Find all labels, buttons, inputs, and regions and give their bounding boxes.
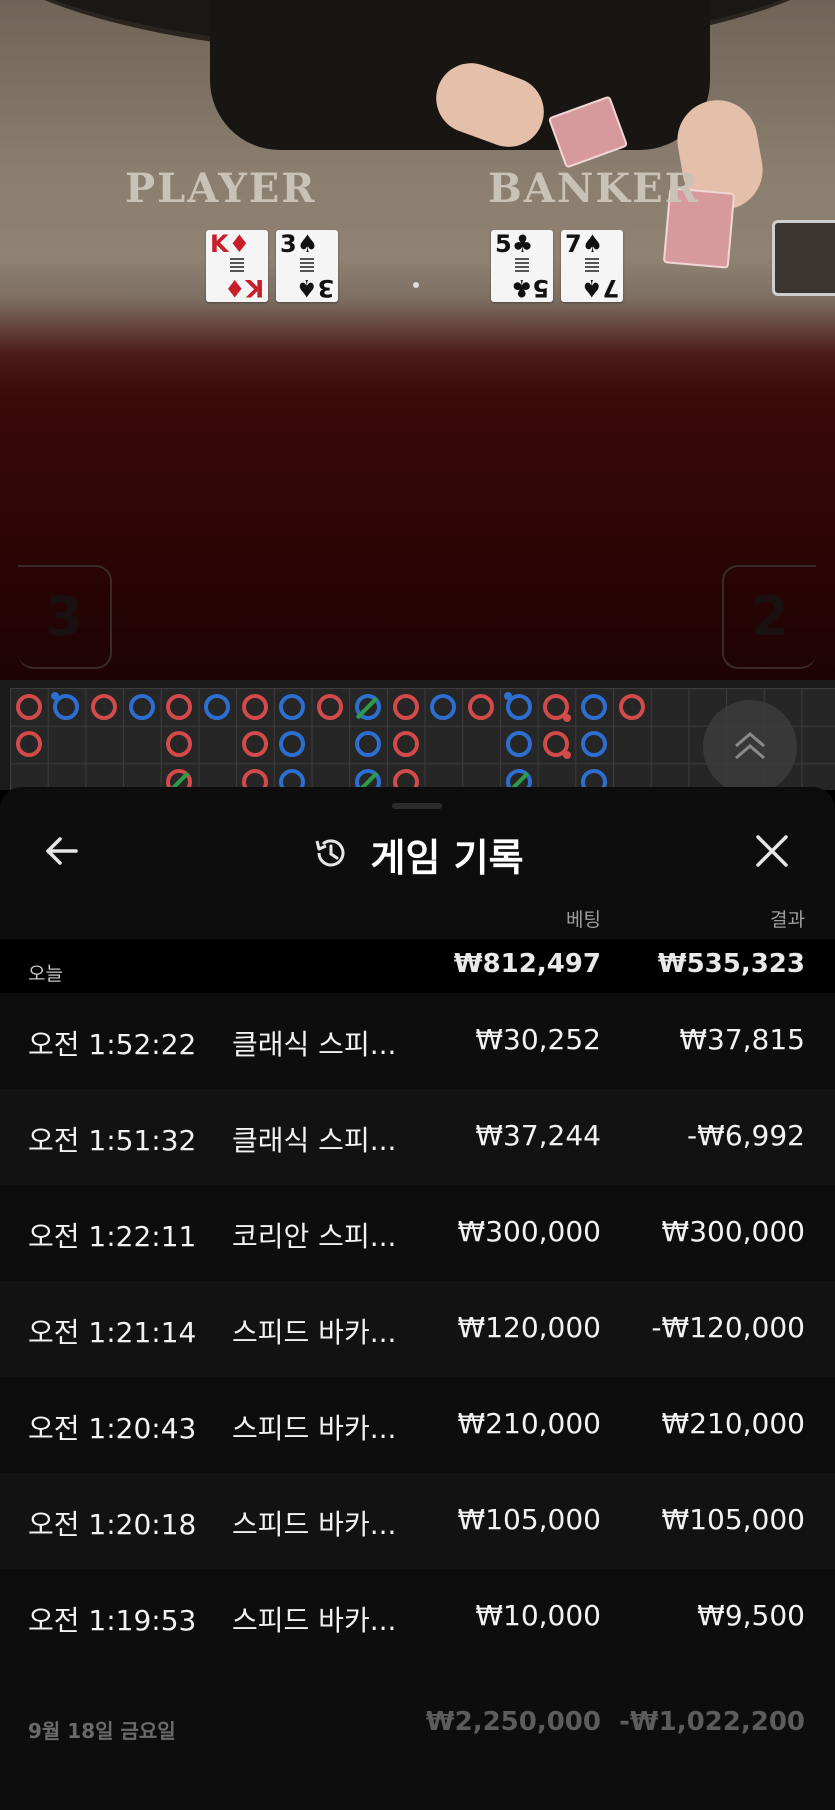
- bead-road-mark: [166, 731, 193, 758]
- previous-day-bet-total: ₩2,250,000: [425, 1707, 601, 1737]
- row-result: -₩6,992: [687, 1119, 805, 1152]
- bead-road-mark: [51, 691, 80, 720]
- bead-road-mark: [317, 693, 344, 720]
- previous-day-summary: 9월 18일 금요일 ₩2,250,000 -₩1,022,200: [0, 1671, 835, 1781]
- bead-road-mark: [354, 693, 381, 720]
- bead-road-mark: [204, 693, 230, 720]
- bead-road-mark: [505, 731, 532, 758]
- bead-road-mark: [430, 693, 457, 720]
- row-result: -₩120,000: [651, 1311, 805, 1344]
- banker-area-label: BANKER: [488, 165, 700, 212]
- row-bet: ₩30,252: [475, 1023, 601, 1056]
- row-result: ₩9,500: [697, 1599, 805, 1632]
- bead-road-mark: [581, 731, 607, 758]
- row-time: 오전 1:20:43: [28, 1412, 197, 1445]
- summary-date-label: 오늘: [28, 963, 63, 985]
- row-game: 스피드 바카...: [232, 1412, 397, 1445]
- row-game: 스피드 바카...: [232, 1604, 397, 1637]
- bead-road-mark: [354, 731, 381, 758]
- bead-road-mark: [241, 693, 268, 720]
- player-area-label: PLAYER: [125, 165, 317, 212]
- row-result: ₩300,000: [661, 1215, 805, 1248]
- history-row[interactable]: 오전 1:52:22 클래식 스피... ₩30,252 ₩37,815: [0, 993, 835, 1089]
- history-row[interactable]: 오전 1:21:14 스피드 바카... ₩120,000 -₩120,000: [0, 1281, 835, 1377]
- previous-day-label: 9월 18일 금요일: [28, 1719, 176, 1743]
- bead-road-mark: [543, 731, 572, 760]
- row-bet: ₩210,000: [457, 1407, 601, 1440]
- close-icon: [756, 835, 788, 867]
- player-score: 3: [18, 565, 112, 669]
- banker-card-1: 5♣ 5♣: [491, 230, 553, 302]
- row-game: 스피드 바카...: [232, 1508, 397, 1541]
- bead-road-mark: [279, 731, 306, 758]
- card-shoe: [772, 220, 835, 296]
- banker-score: 2: [722, 565, 816, 669]
- bead-road-mark: [15, 693, 42, 720]
- row-game: 스피드 바카...: [232, 1316, 397, 1349]
- column-header-result: 결과: [770, 909, 805, 931]
- bead-road-mark: [392, 731, 419, 758]
- history-row[interactable]: 오전 1:19:53 스피드 바카... ₩10,000 ₩9,500: [0, 1569, 835, 1665]
- sheet-header: 게임 기록: [0, 809, 835, 899]
- bead-road-mark: [279, 693, 306, 720]
- bead-road-mark: [166, 693, 193, 720]
- history-list: 오전 1:52:22 클래식 스피... ₩30,252 ₩37,815 오전 …: [0, 993, 835, 1665]
- summary-bet-total: ₩812,497: [453, 949, 601, 979]
- table-marker: [413, 282, 419, 288]
- bead-road-mark: [15, 731, 42, 758]
- history-icon: [311, 833, 351, 877]
- bead-road-mark: [241, 731, 268, 758]
- row-bet: ₩120,000: [457, 1311, 601, 1344]
- row-time: 오전 1:20:18: [28, 1508, 197, 1541]
- row-result: ₩37,815: [679, 1023, 805, 1056]
- close-button[interactable]: [750, 829, 794, 873]
- chevron-up-double-icon: [735, 732, 765, 760]
- previous-day-result-total: -₩1,022,200: [619, 1707, 805, 1737]
- history-row[interactable]: 오전 1:51:32 클래식 스피... ₩37,244 -₩6,992: [0, 1089, 835, 1185]
- row-time: 오전 1:19:53: [28, 1604, 197, 1637]
- history-row[interactable]: 오전 1:20:43 스피드 바카... ₩210,000 ₩210,000: [0, 1377, 835, 1473]
- row-bet: ₩10,000: [475, 1599, 601, 1632]
- bead-road-mark: [467, 693, 494, 720]
- player-card-1: K♦ K♦: [206, 230, 268, 302]
- live-video-feed: PLAYER BANKER K♦ K♦ 3♠ 3♠ 5♣ 5♣ 7♠ 7♠ 3 …: [0, 0, 835, 680]
- player-card-2: 3♠ 3♠: [276, 230, 338, 302]
- bead-road-mark: [543, 693, 572, 722]
- row-bet: ₩300,000: [457, 1215, 601, 1248]
- row-time: 오전 1:22:11: [28, 1220, 197, 1253]
- bead-road-mark: [392, 693, 419, 720]
- history-row[interactable]: 오전 1:22:11 코리안 스피... ₩300,000 ₩300,000: [0, 1185, 835, 1281]
- bead-road-mark: [503, 691, 532, 720]
- bead-road-mark: [581, 693, 607, 720]
- today-summary-row: 오늘 ₩812,497 ₩535,323: [0, 939, 835, 993]
- row-time: 오전 1:21:14: [28, 1316, 197, 1349]
- game-history-sheet: 게임 기록 베팅 결과 오늘 ₩812,497 ₩535,323 오전 1:52…: [0, 787, 835, 1810]
- row-result: ₩210,000: [661, 1407, 805, 1440]
- row-game: 클래식 스피...: [232, 1028, 397, 1061]
- row-result: ₩105,000: [661, 1503, 805, 1536]
- row-bet: ₩37,244: [475, 1119, 601, 1152]
- row-time: 오전 1:51:32: [28, 1124, 197, 1157]
- page-title: 게임 기록: [370, 836, 524, 880]
- bead-road-mark: [90, 693, 117, 720]
- row-time: 오전 1:52:22: [28, 1028, 197, 1061]
- row-game: 클래식 스피...: [232, 1124, 397, 1157]
- banker-card-2: 7♠ 7♠: [561, 230, 623, 302]
- bead-road-mark: [128, 693, 155, 720]
- bead-road-mark: [618, 693, 645, 720]
- row-bet: ₩105,000: [457, 1503, 601, 1536]
- column-header-bet: 베팅: [566, 909, 601, 931]
- history-row[interactable]: 오전 1:20:18 스피드 바카... ₩105,000 ₩105,000: [0, 1473, 835, 1569]
- expand-road-button[interactable]: [703, 700, 797, 794]
- summary-result-total: ₩535,323: [657, 949, 805, 979]
- row-game: 코리안 스피...: [232, 1220, 397, 1253]
